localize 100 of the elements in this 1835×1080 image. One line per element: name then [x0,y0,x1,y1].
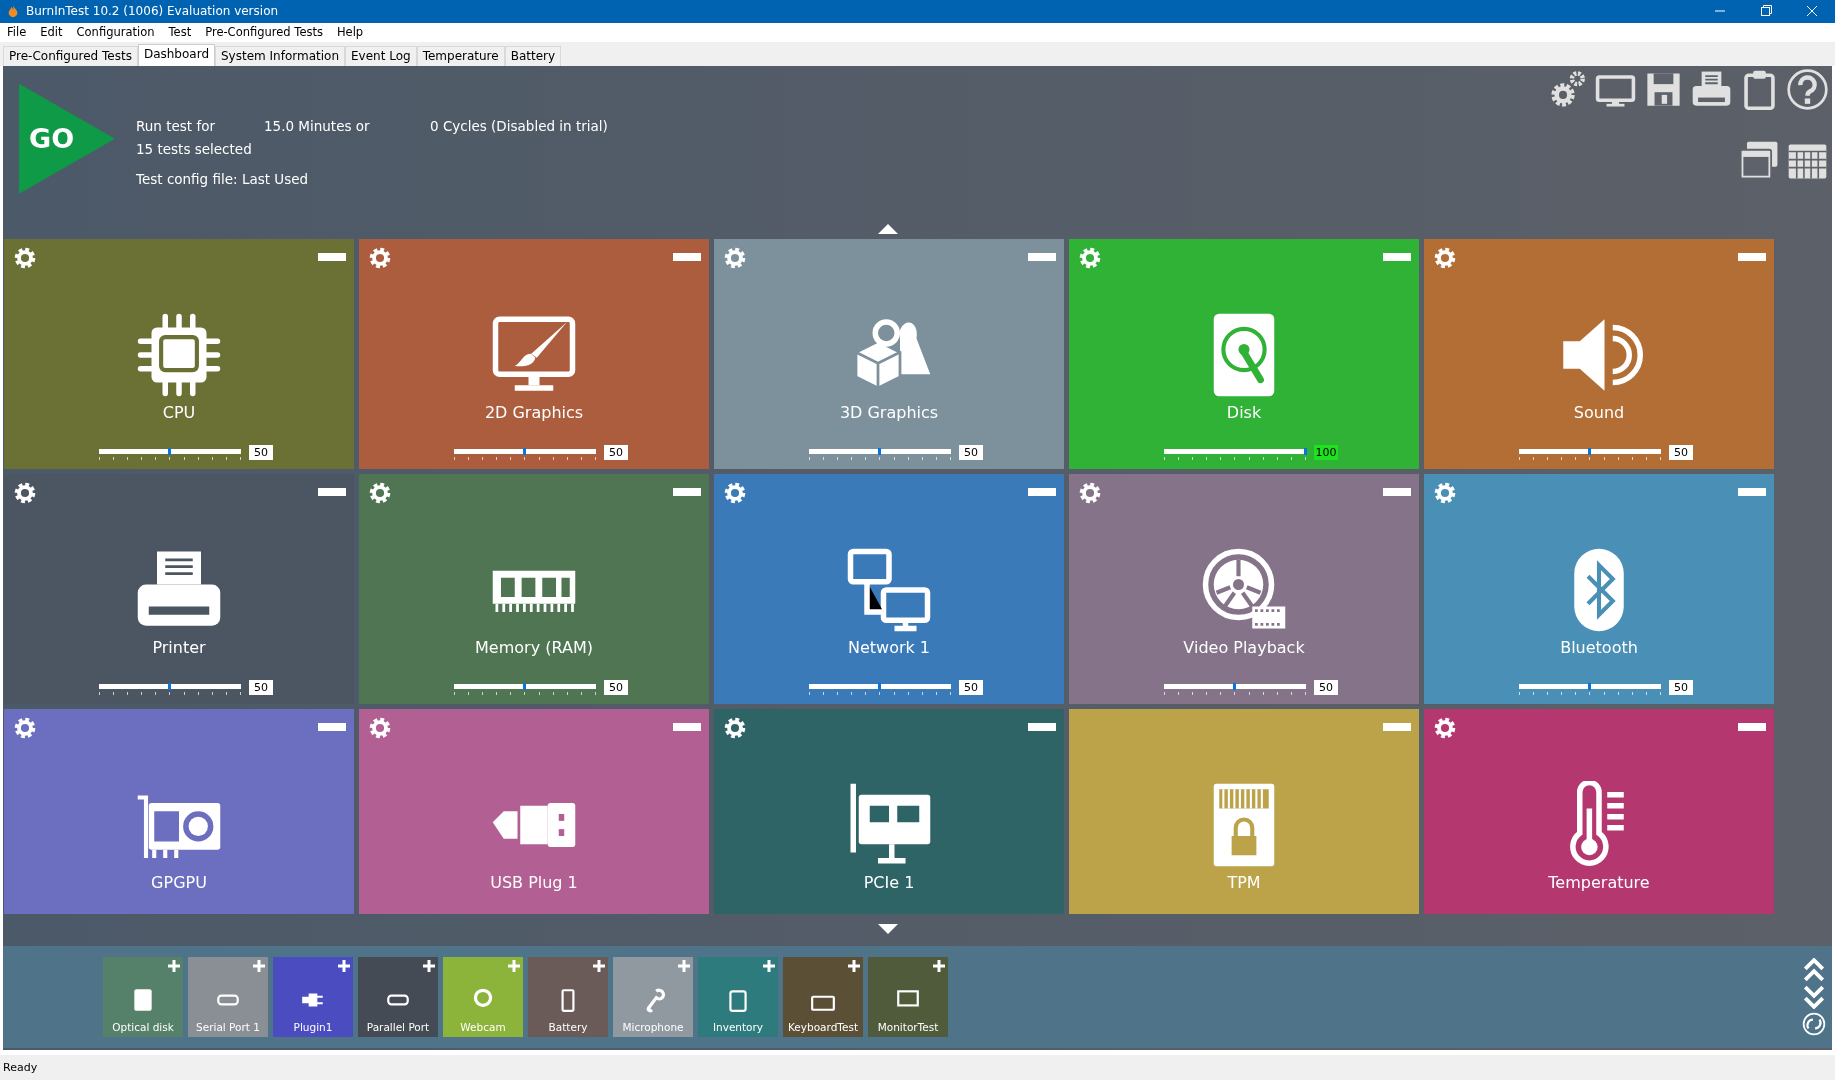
remove-button[interactable] [1738,722,1766,731]
intensity-slider[interactable] [454,448,596,461]
remove-button[interactable] [1028,252,1056,261]
tile-label: USB Plug 1 [490,872,578,892]
remove-button[interactable] [1383,487,1411,496]
test-tile[interactable]: CPU 50 [4,238,354,469]
remove-button[interactable] [1738,487,1766,496]
flame-icon [6,4,20,19]
tile-label: Disk [1226,402,1262,422]
add-icon[interactable] [848,959,860,972]
available-test-tile[interactable]: MonitorTest [868,956,948,1037]
intensity-slider[interactable] [99,683,241,696]
available-test-tile[interactable]: Battery [528,956,608,1037]
menu-item[interactable]: Configuration [76,25,155,40]
tile-label: GPGPU [151,872,207,892]
intensity-slider[interactable] [1519,683,1661,696]
test-tile[interactable]: PCIe 1 [714,708,1064,914]
add-icon[interactable] [338,959,350,972]
intensity-slider[interactable] [99,448,241,461]
tab[interactable]: Temperature [416,45,505,66]
tab[interactable]: System Information [215,45,346,66]
value-field[interactable]: 50 [604,445,628,461]
test-tile[interactable]: GPGPU [4,708,354,914]
available-test-tile[interactable]: Parallel Port [358,956,438,1037]
value-field[interactable]: 50 [959,445,983,461]
test-tile[interactable]: Bluetooth 50 [1424,473,1774,704]
value-field[interactable]: 50 [604,680,628,696]
available-test-tile[interactable]: Plugin1 [273,956,353,1037]
tile-label: PCIe 1 [863,872,915,892]
tile-label: Network 1 [847,637,931,657]
menu-item[interactable]: File [7,25,27,40]
tile-label: CPU [162,402,196,422]
refresh-icon[interactable] [1802,1011,1826,1036]
double-chevron-up-icon[interactable] [1802,957,1826,982]
value-field[interactable]: 100 [1314,445,1338,461]
remove-button[interactable] [318,487,346,496]
tab[interactable]: Event Log [345,45,417,66]
value-field[interactable]: 50 [1669,680,1693,696]
test-tile[interactable]: Network 1 50 [714,473,1064,704]
scroll-down-icon[interactable] [878,923,898,936]
config-file-text: Test config file: Last Used [136,170,310,187]
add-icon[interactable] [933,959,945,972]
tile-label: 3D Graphics [839,402,939,422]
value-field[interactable]: 50 [1314,680,1338,696]
go-button[interactable]: GO [19,83,115,194]
tile-label: Printer [152,637,206,657]
add-icon[interactable] [593,959,605,972]
test-tile[interactable]: 2D Graphics 50 [359,238,709,469]
remove-button[interactable] [1738,252,1766,261]
tile-label: TPM [1227,872,1261,892]
tile-label: Bluetooth [1560,637,1638,657]
duration-text: 15.0 Minutes or [264,117,371,134]
add-icon[interactable] [168,959,180,972]
intensity-slider[interactable] [809,448,951,461]
test-tile[interactable]: USB Plug 1 [359,708,709,914]
value-field[interactable]: 50 [249,680,273,696]
test-tile[interactable]: Video Playback 50 [1069,473,1419,704]
menu-item[interactable]: Test [168,25,192,40]
window-title: BurnInTest 10.2 (1006) Evaluation version [26,4,280,19]
remove-button[interactable] [673,487,701,496]
tile-label: Sound [1573,402,1625,422]
add-icon[interactable] [763,959,775,972]
intensity-slider[interactable] [1164,448,1306,461]
intensity-slider[interactable] [454,683,596,696]
test-tile[interactable]: Printer 50 [4,473,354,704]
intensity-slider[interactable] [1164,683,1306,696]
available-test-tile[interactable]: Optical disk [103,956,183,1037]
intensity-slider[interactable] [1519,448,1661,461]
test-tile[interactable]: Memory (RAM) 50 [359,473,709,704]
remove-button[interactable] [318,722,346,731]
tests-selected-text: 15 tests selected [136,140,253,157]
cycles-text: 0 Cycles (Disabled in trial) [430,117,608,134]
double-chevron-down-icon[interactable] [1802,984,1826,1009]
available-test-tile[interactable]: Inventory [698,956,778,1037]
value-field[interactable]: 50 [1669,445,1693,461]
remove-button[interactable] [318,252,346,261]
menu-item[interactable]: Edit [40,25,63,40]
tile-label: Memory (RAM) [475,637,593,657]
test-tile[interactable]: Disk 100 [1069,238,1419,469]
remove-button[interactable] [1028,722,1056,731]
tab[interactable]: Pre-Configured Tests [3,45,138,66]
test-tile[interactable]: Sound 50 [1424,238,1774,469]
tab[interactable]: Battery [504,45,562,66]
intensity-slider[interactable] [809,683,951,696]
tab[interactable]: Dashboard [137,43,215,66]
scroll-up-icon[interactable] [878,222,898,235]
value-field[interactable]: 50 [959,680,983,696]
remove-button[interactable] [1028,487,1056,496]
menu-item[interactable]: Pre-Configured Tests [205,25,323,40]
menu-item[interactable]: Help [336,25,364,40]
available-test-tile[interactable]: KeyboardTest [783,956,863,1037]
add-icon[interactable] [423,959,435,972]
remove-button[interactable] [673,722,701,731]
test-tile[interactable]: 3D Graphics 50 [714,238,1064,469]
test-tile[interactable]: Temperature [1424,708,1774,914]
tile-label: 2D Graphics [484,402,584,422]
run-label: Run test for [136,117,216,134]
help-icon[interactable] [1786,67,1829,111]
remove-button[interactable] [673,252,701,261]
value-field[interactable]: 50 [249,445,273,461]
